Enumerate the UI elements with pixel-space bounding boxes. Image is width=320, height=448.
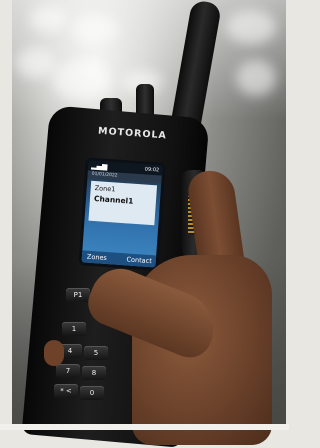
bokeh-light xyxy=(16,48,56,78)
bottom-border xyxy=(0,424,289,430)
signal-bars-icon: ▂▄▆ xyxy=(91,161,108,171)
display-lcd: ▂▄▆ 09:02 01/01/2022 Zone1 Channel1 Zone… xyxy=(81,160,163,268)
key-1: 1 xyxy=(62,322,86,336)
bokeh-light xyxy=(226,10,276,44)
channel-panel: Zone1 Channel1 xyxy=(88,180,158,226)
hand-fingertip xyxy=(44,340,64,366)
bokeh-light xyxy=(72,14,118,44)
key-7: 7 xyxy=(56,364,80,378)
softkey-contact: Contact xyxy=(126,255,153,266)
softkey-zones: Zones xyxy=(86,252,108,263)
bokeh-light xyxy=(236,60,276,96)
key-star: * < xyxy=(54,384,78,398)
key-5: 5 xyxy=(84,346,108,360)
radio-display: ▂▄▆ 09:02 01/01/2022 Zone1 Channel1 Zone… xyxy=(78,157,166,271)
key-p1: P1 xyxy=(66,288,90,302)
key-0: 0 xyxy=(80,386,104,400)
bokeh-light xyxy=(52,60,112,100)
bokeh-light xyxy=(30,6,68,32)
softkey-bar: Zones Contact xyxy=(81,250,157,268)
clock: 09:02 xyxy=(144,166,160,174)
key-8: 8 xyxy=(82,366,106,380)
